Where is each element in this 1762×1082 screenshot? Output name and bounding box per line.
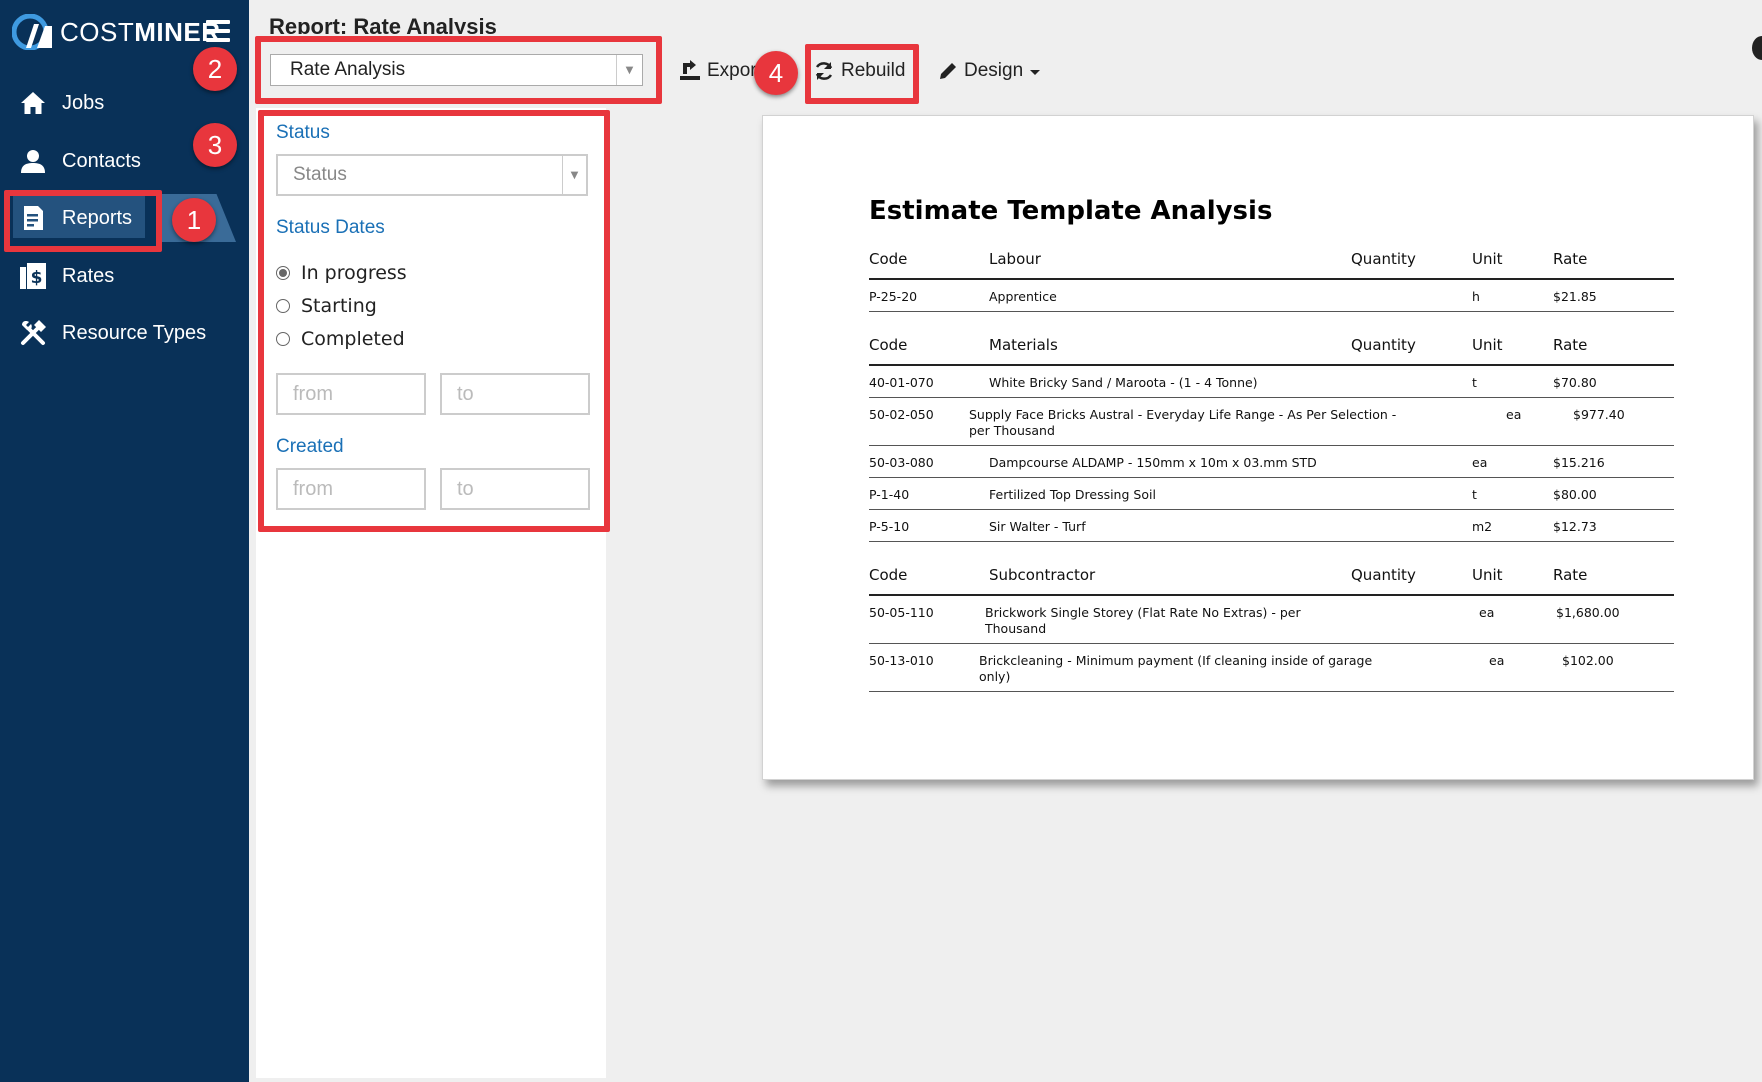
row-desc: Brickwork Single Storey (Flat Rate No Ex…: [985, 605, 1301, 636]
export-button[interactable]: Export: [679, 56, 762, 86]
svg-text:$: $: [31, 268, 43, 288]
row-code: 40-01-070: [869, 375, 934, 390]
hamburger-menu-icon[interactable]: [206, 20, 230, 42]
sidebar-item-label: Jobs: [62, 91, 105, 114]
user-avatar[interactable]: [1752, 36, 1762, 60]
tools-icon: [18, 318, 48, 348]
annotation-badge-4: 4: [754, 51, 798, 95]
col-quantity: Quantity: [1351, 566, 1416, 584]
materials-section: Code Materials Quantity Unit Rate 40-01-…: [869, 330, 1674, 542]
logo-text: COSTMINER: [60, 16, 221, 47]
table-row: P-5-10 Sir Walter - Turf m2 $12.73: [869, 510, 1674, 542]
col-unit: Unit: [1472, 566, 1503, 584]
sidebar-item-label: Reports: [62, 206, 133, 229]
row-rate: $977.40: [1573, 407, 1625, 422]
highlight-box-report-select: [255, 36, 662, 104]
highlight-box-rebuild: [805, 44, 919, 104]
labour-section: Code Labour Quantity Unit Rate P-25-20 A…: [869, 244, 1674, 312]
row-rate: $1,680.00: [1556, 605, 1620, 620]
row-unit: ea: [1489, 653, 1505, 668]
col-quantity: Quantity: [1351, 250, 1416, 268]
report-icon: [18, 203, 48, 233]
design-label: Design: [964, 60, 1024, 81]
table-row: 50-03-080 Dampcourse ALDAMP - 150mm x 10…: [869, 446, 1674, 478]
col-section: Subcontractor: [989, 566, 1096, 584]
row-unit: t: [1472, 375, 1477, 390]
col-quantity: Quantity: [1351, 336, 1416, 354]
sidebar-item-label: Rates: [62, 264, 115, 287]
person-icon: [18, 146, 48, 176]
dollar-book-icon: $: [18, 261, 48, 291]
row-unit: ea: [1506, 407, 1522, 422]
sidebar-item-label: Contacts: [62, 149, 141, 172]
table-header: Code Subcontractor Quantity Unit Rate: [869, 560, 1674, 596]
row-code: 50-03-080: [869, 455, 934, 470]
row-desc: Apprentice: [989, 289, 1057, 304]
row-code: P-25-20: [869, 289, 918, 304]
table-row: P-1-40 Fertilized Top Dressing Soil t $8…: [869, 478, 1674, 510]
col-code: Code: [869, 336, 908, 354]
row-desc: Sir Walter - Turf: [989, 519, 1086, 534]
row-rate: $80.00: [1553, 487, 1597, 502]
pencil-icon: [940, 63, 956, 79]
report-title: Estimate Template Analysis: [869, 196, 1273, 226]
table-header: Code Materials Quantity Unit Rate: [869, 330, 1674, 366]
row-code: 50-13-010: [869, 653, 934, 668]
caret-down-icon: [1030, 69, 1041, 75]
logo-mark-icon: [12, 14, 52, 50]
row-unit: ea: [1479, 605, 1495, 620]
page-title: Report: Rate Analysis: [269, 14, 497, 34]
sidebar-item-rates[interactable]: $ Rates: [0, 248, 249, 304]
home-icon: [18, 88, 48, 118]
row-unit: ea: [1472, 455, 1488, 470]
row-code: P-1-40: [869, 487, 910, 502]
row-code: 50-05-110: [869, 605, 934, 620]
row-unit: m2: [1472, 519, 1493, 534]
table-row: 40-01-070 White Bricky Sand / Maroota - …: [869, 366, 1674, 398]
col-code: Code: [869, 566, 908, 584]
row-rate: $70.80: [1553, 375, 1597, 390]
export-icon: [680, 60, 700, 80]
annotation-badge-3: 3: [193, 123, 237, 167]
row-rate: $21.85: [1553, 289, 1597, 304]
row-rate: $102.00: [1562, 653, 1614, 668]
col-rate: Rate: [1553, 336, 1588, 354]
col-section: Materials: [989, 336, 1058, 354]
highlight-box-filters: [258, 110, 610, 532]
col-unit: Unit: [1472, 336, 1503, 354]
table-header: Code Labour Quantity Unit Rate: [869, 244, 1674, 280]
row-desc: Supply Face Bricks Austral - Everyday Li…: [969, 407, 1397, 438]
table-row: P-25-20 Apprentice h $21.85: [869, 280, 1674, 312]
row-rate: $12.73: [1553, 519, 1597, 534]
sidebar-item-resource-types[interactable]: Resource Types: [0, 305, 249, 361]
row-desc: Brickcleaning - Minimum payment (If clea…: [979, 653, 1373, 684]
annotation-badge-1: 1: [172, 198, 216, 242]
col-rate: Rate: [1553, 566, 1588, 584]
row-desc: White Bricky Sand / Maroota - (1 - 4 Ton…: [989, 375, 1258, 390]
row-unit: t: [1472, 487, 1477, 502]
sidebar-item-label: Resource Types: [62, 321, 207, 344]
col-unit: Unit: [1472, 250, 1503, 268]
row-desc: Fertilized Top Dressing Soil: [989, 487, 1156, 502]
row-code: P-5-10: [869, 519, 910, 534]
subcontractor-section: Code Subcontractor Quantity Unit Rate 50…: [869, 560, 1674, 692]
table-row: 50-02-050 Supply Face Bricks Austral - E…: [869, 398, 1674, 446]
col-code: Code: [869, 250, 908, 268]
col-section: Labour: [989, 250, 1041, 268]
table-row: 50-05-110 Brickwork Single Storey (Flat …: [869, 596, 1674, 644]
row-unit: h: [1472, 289, 1480, 304]
annotation-badge-2: 2: [193, 47, 237, 91]
row-code: 50-02-050: [869, 407, 934, 422]
row-desc: Dampcourse ALDAMP - 150mm x 10m x 03.mm …: [989, 455, 1317, 470]
row-rate: $15.216: [1553, 455, 1605, 470]
costminer-logo[interactable]: COSTMINER: [12, 14, 221, 50]
table-row: 50-13-010 Brickcleaning - Minimum paymen…: [869, 644, 1674, 692]
design-button[interactable]: Design: [938, 56, 1041, 86]
col-rate: Rate: [1553, 250, 1588, 268]
